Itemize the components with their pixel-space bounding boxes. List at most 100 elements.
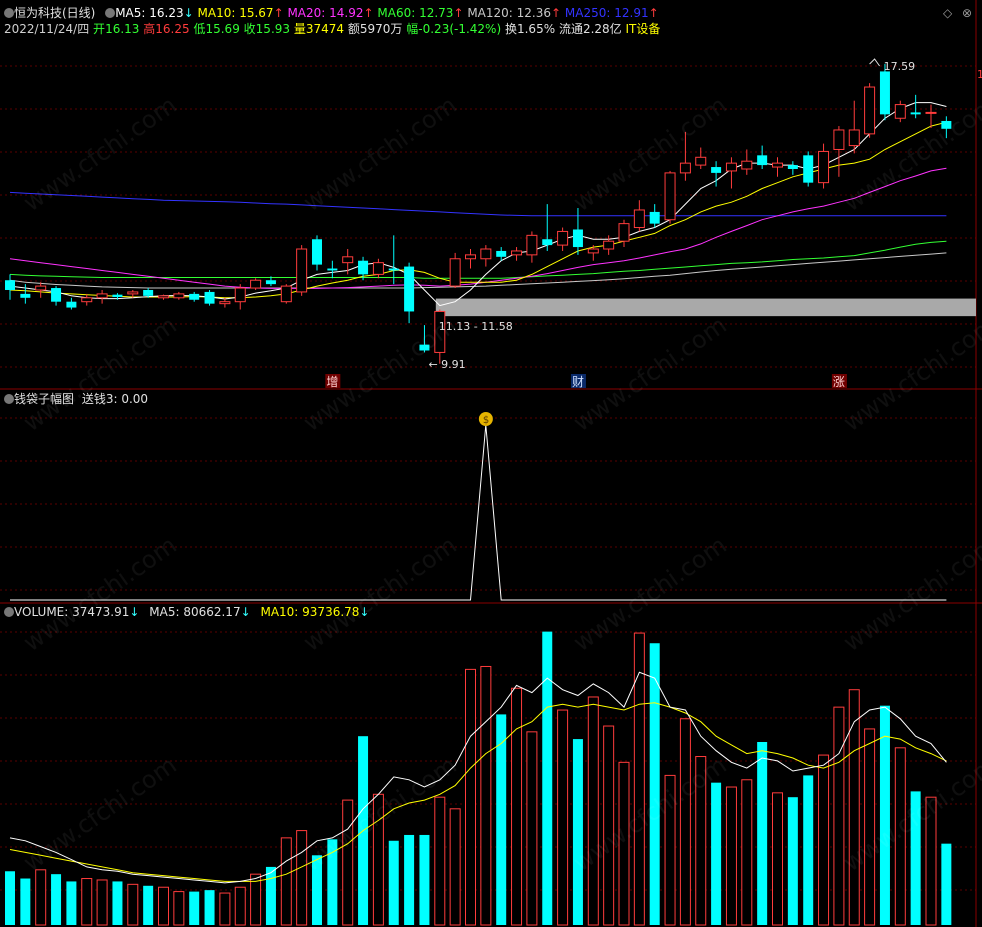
candle-body — [143, 289, 154, 296]
candle-body — [633, 209, 645, 229]
candle-body — [787, 165, 798, 169]
candle-body — [234, 287, 246, 303]
volume-bar — [711, 782, 722, 925]
close-value: 15.93 — [255, 22, 291, 36]
low-label: 低 — [193, 22, 206, 36]
candle-body — [327, 268, 338, 271]
volume-bar — [465, 668, 476, 926]
candle-body — [449, 258, 461, 287]
ma10-label: MA10: 15.67 — [197, 6, 274, 20]
sector-value: IT设备 — [625, 22, 661, 36]
candle-body — [388, 268, 399, 271]
settings-icon[interactable] — [105, 8, 116, 18]
candle-body — [695, 156, 707, 166]
candle-body — [127, 291, 139, 295]
candle-body — [910, 112, 921, 115]
volume-bar — [941, 843, 952, 925]
change-label: 幅 — [406, 22, 419, 36]
volume-bar — [511, 687, 523, 926]
ma-line-ma20 — [9, 167, 947, 289]
ma5-label: MA5: 16.23 — [115, 6, 184, 20]
candle-body — [818, 150, 830, 184]
open-label: 开 — [93, 22, 106, 36]
ma250-arrow-icon: ↑ — [648, 6, 659, 20]
candle-body — [496, 250, 507, 257]
high-mark-label: 17.59 — [884, 60, 916, 73]
ma-line-ma250 — [9, 191, 947, 217]
candle-body — [35, 285, 47, 291]
ma5-arrow-icon: ↓ — [183, 6, 194, 20]
candle-body — [296, 248, 308, 293]
close-icon[interactable]: ⊗ — [962, 6, 972, 20]
ma-line-ma60 — [9, 240, 947, 279]
ma120-arrow-icon: ↑ — [551, 6, 562, 20]
volume-bar — [725, 786, 737, 926]
volume-bar — [587, 696, 599, 926]
candle-body — [557, 230, 569, 246]
volume-bar — [296, 830, 308, 926]
candle-body — [511, 250, 523, 256]
volume-settings-icon[interactable] — [4, 607, 14, 617]
candle-body — [173, 293, 185, 299]
candle-body — [603, 240, 615, 250]
volume-bar — [35, 869, 47, 926]
volume-bar — [5, 871, 15, 925]
volume-bar — [879, 705, 890, 925]
volume-bar — [265, 866, 276, 925]
high-value: 16.25 — [155, 22, 190, 36]
candle-body — [465, 254, 476, 260]
candle-body — [404, 266, 415, 312]
volume-label: 量 — [293, 22, 306, 36]
high-pointer — [869, 58, 881, 67]
volume-value: 37474 — [305, 22, 345, 36]
ma20-arrow-icon: ↑ — [363, 6, 374, 20]
candle-body — [189, 293, 200, 300]
collapse-icon[interactable] — [4, 8, 14, 18]
volume-bar — [404, 834, 415, 925]
low-mark-label: ← 9.91 — [428, 358, 465, 371]
volume-bar — [480, 665, 492, 926]
volume-bar — [204, 890, 215, 925]
volume-bar — [419, 834, 430, 925]
volume-bar — [189, 891, 200, 925]
candle-body — [112, 294, 123, 298]
volume-bar — [51, 874, 62, 925]
quote-date: 2022/11/24/四 — [4, 22, 90, 36]
quote-row: 2022/11/24/四 开16.13 高16.25 低15.69 收15.93… — [4, 22, 660, 36]
indicator-settings-icon[interactable] — [4, 394, 14, 404]
ma20-label: MA20: 14.92 — [287, 6, 364, 20]
volume-ma5-label: MA5: 80662.17 — [149, 605, 241, 619]
candle-body — [81, 297, 93, 303]
ma-line-ma10 — [9, 121, 947, 299]
volume-bar — [787, 797, 798, 925]
close-label: 收 — [243, 22, 256, 36]
volume-bar — [772, 792, 783, 926]
candle-body — [664, 172, 676, 221]
volume-bar — [81, 878, 93, 926]
candle-body — [772, 162, 783, 168]
volume-bar — [633, 632, 645, 926]
right-edge-label: 1 — [977, 68, 982, 81]
candle-body — [894, 104, 906, 119]
ma60-label: MA60: 12.73 — [377, 6, 454, 20]
event-marker-label: 财 — [572, 375, 584, 389]
volume-arrow-icon: ↓ — [129, 605, 140, 619]
candle-body — [725, 162, 737, 172]
candle-body — [358, 260, 369, 275]
candle-body — [649, 211, 660, 224]
volume-bar — [864, 728, 876, 926]
candle-body — [219, 301, 231, 305]
diamond-icon[interactable]: ◇ — [943, 6, 952, 20]
candle-body — [864, 86, 876, 135]
volume-bar — [388, 840, 399, 925]
money-bag-symbol: $ — [483, 415, 489, 426]
candle-body — [542, 239, 553, 246]
support-band — [435, 298, 976, 317]
candle-body — [572, 229, 583, 248]
candle-body — [204, 291, 215, 304]
volume-bar — [679, 718, 691, 926]
candle-body — [587, 248, 599, 254]
volume-bar — [434, 796, 446, 926]
candle-body — [526, 234, 538, 256]
volume-bar — [173, 891, 185, 926]
